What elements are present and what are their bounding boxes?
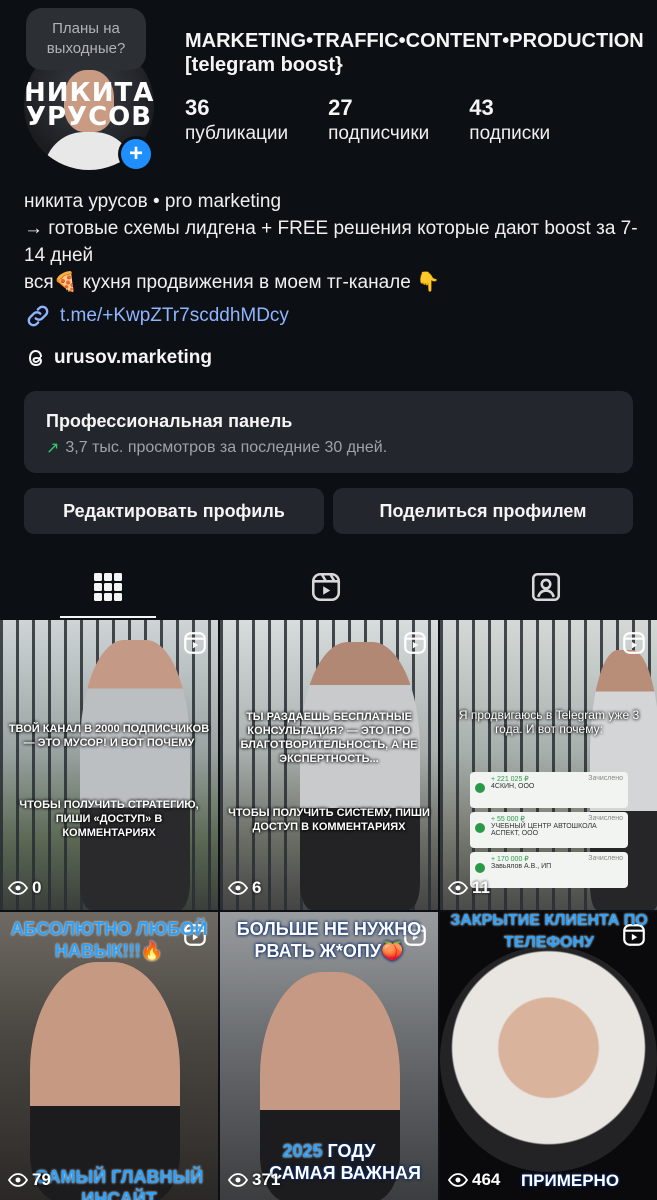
- post-caption: ПРИМЕРНО: [520, 1171, 620, 1190]
- payment-card: + 221 025 ₽ 4СКИН, ООО Зачислено: [470, 772, 628, 808]
- payment-name: УЧЕБНЫЙ ЦЕНТР АВТОШКОЛА АСПЕКТ, ООО: [491, 823, 597, 837]
- view-count: 464: [448, 1170, 500, 1190]
- eye-icon: [448, 881, 468, 895]
- tab-grid[interactable]: [60, 555, 156, 619]
- reel-icon: [623, 632, 645, 654]
- bio-line: → готовые схемы лидгена + FREE решения к…: [24, 218, 638, 266]
- view-count-text: 11: [472, 878, 490, 897]
- add-story-button[interactable]: +: [118, 136, 154, 172]
- eye-icon: [448, 1173, 468, 1187]
- tab-reels[interactable]: [278, 555, 374, 619]
- share-profile-button[interactable]: Поделиться профилем: [333, 488, 633, 534]
- post-tile[interactable]: ТВОЙ КАНАЛ В 2000 ПОДПИСЧИКОВ — ЭТО МУСО…: [0, 620, 218, 910]
- threads-text: urusov.marketing: [54, 347, 213, 368]
- view-count-text: 371: [252, 1170, 281, 1189]
- eye-icon: [228, 881, 248, 895]
- stat-followers[interactable]: 27 подписчики: [328, 96, 429, 148]
- payment-status: Зачислено: [588, 855, 623, 862]
- view-count: 371: [228, 1170, 280, 1190]
- plus-icon: +: [121, 139, 151, 169]
- post-caption: ЧТОБЫ ПОЛУЧИТЬ СИСТЕМУ, ПИШИ ДОСТУП В КО…: [228, 807, 430, 833]
- threads-link[interactable]: urusov.marketing: [24, 346, 212, 370]
- post-caption: АБСОЛЮТНО ЛЮБОЙ НАВЫК!!!🔥: [10, 919, 208, 961]
- pro-dashboard-title: Профессиональная панель: [46, 411, 293, 431]
- trend-up-icon: ↗: [46, 440, 60, 457]
- payment-name: Завьялов А.В., ИП: [491, 863, 552, 870]
- tagged-icon: [531, 572, 561, 602]
- stat-following-count: 43: [469, 95, 494, 120]
- view-count-text: 6: [252, 878, 262, 897]
- stat-followers-count: 27: [328, 95, 353, 120]
- note-bubble[interactable]: Планы на выходные?: [26, 8, 146, 70]
- stat-posts[interactable]: 36 публикации: [185, 96, 288, 148]
- eye-icon: [228, 1173, 248, 1187]
- post-caption: ЧТОБЫ ПОЛУЧИТЬ СТРАТЕГИЮ, ПИШИ «ДОСТУП» …: [19, 799, 199, 839]
- payment-status: Зачислено: [588, 815, 623, 822]
- post-caption: 2025 ГОДУ: [282, 1141, 376, 1161]
- stat-posts-label: публикации: [185, 123, 289, 144]
- post-caption: БОЛЬШЕ НЕ НУЖНО РВАТЬ Ж*ОПУ🍑: [236, 919, 422, 961]
- reels-icon: [311, 572, 341, 602]
- reel-icon: [404, 632, 426, 654]
- bio: никита урусов • pro marketing → готовые …: [24, 188, 639, 296]
- post-caption: ТЫ РАЗДАЕШЬ БЕСПЛАТНЫЕ КОНСУЛЬТАЦИЯ? — Э…: [240, 711, 418, 765]
- view-count-text: 464: [472, 1170, 501, 1189]
- post-caption: ТВОЙ КАНАЛ В 2000 ПОДПИСЧИКОВ — ЭТО МУСО…: [8, 723, 210, 749]
- view-count: 0: [8, 878, 41, 898]
- bio-link-text: t.me/+KwpZTr7scddhMDcy: [60, 305, 289, 326]
- avatar-text-2: УРУСОВ: [25, 102, 153, 132]
- post-tile[interactable]: ЗАКРЫТИЕ КЛИЕНТА ПО ТЕЛЕФОНУ ПРИМЕРНО 46…: [440, 912, 657, 1200]
- threads-icon: [28, 349, 43, 367]
- post-tile[interactable]: Я продвигаюсь в Telegram уже 3 года. И в…: [440, 620, 657, 910]
- post-tile[interactable]: ТЫ РАЗДАЕШЬ БЕСПЛАТНЫЕ КОНСУЛЬТАЦИЯ? — Э…: [220, 620, 438, 910]
- posts-grid: ТВОЙ КАНАЛ В 2000 ПОДПИСЧИКОВ — ЭТО МУСО…: [0, 620, 657, 1200]
- stat-following[interactable]: 43 подписки: [469, 96, 550, 148]
- bio-line: никита урусов • pro marketing: [24, 191, 282, 212]
- post-caption: Я продвигаюсь в Telegram уже 3 года. И в…: [458, 708, 640, 736]
- stat-following-label: подписки: [469, 123, 551, 144]
- payment-name: 4СКИН, ООО: [491, 783, 535, 790]
- bio-link[interactable]: t.me/+KwpZTr7scddhMDcy: [24, 302, 289, 330]
- post-caption: САМАЯ ВАЖНАЯ: [269, 1163, 421, 1183]
- post-tile[interactable]: АБСОЛЮТНО ЛЮБОЙ НАВЫК!!!🔥 САМЫЙ ГЛАВНЫЙ …: [0, 912, 218, 1200]
- view-count: 11: [448, 878, 490, 898]
- view-count-text: 0: [32, 878, 42, 897]
- post-caption: ЗАКРЫТИЕ КЛИЕНТА ПО ТЕЛЕФОНУ: [450, 912, 648, 951]
- payment-status: Зачислено: [588, 775, 623, 782]
- post-tile[interactable]: БОЛЬШЕ НЕ НУЖНО РВАТЬ Ж*ОПУ🍑 2025 ГОДУ С…: [220, 912, 438, 1200]
- active-tab-indicator: [60, 616, 156, 618]
- edit-profile-button[interactable]: Редактировать профиль: [24, 488, 324, 534]
- pro-dashboard-subtitle: 3,7 тыс. просмотров за последние 30 дней…: [65, 439, 388, 456]
- stat-followers-label: подписчики: [328, 123, 430, 144]
- payment-card: + 170 000 ₽ Завьялов А.В., ИП Зачислено: [470, 852, 628, 888]
- professional-dashboard[interactable]: Профессиональная панель ↗ 3,7 тыс. просм…: [24, 391, 633, 473]
- eye-icon: [8, 1173, 28, 1187]
- view-count: 6: [228, 878, 261, 898]
- view-count-text: 79: [32, 1170, 51, 1189]
- tab-tagged[interactable]: [498, 555, 594, 619]
- stat-posts-count: 36: [185, 95, 210, 120]
- profile-name: MARKETING•TRAFFIC•CONTENT•PRODUCTION [te…: [185, 30, 644, 76]
- payment-card: + 55 000 ₽ УЧЕБНЫЙ ЦЕНТР АВТОШКОЛА АСПЕК…: [470, 812, 628, 848]
- view-count: 79: [8, 1170, 51, 1190]
- link-icon: [27, 305, 49, 327]
- profile-tabs: [0, 555, 657, 619]
- profile-header: НИКИТА УРУСОВ + Планы на выходные? MARKE…: [0, 0, 657, 180]
- reel-icon: [184, 632, 206, 654]
- profile-stats: 36 публикации 27 подписчики 43 подписки: [185, 96, 590, 148]
- grid-icon: [94, 573, 122, 601]
- bio-line: вся🍕 кухня продвижения в моем тг-канале …: [24, 272, 440, 293]
- eye-icon: [8, 881, 28, 895]
